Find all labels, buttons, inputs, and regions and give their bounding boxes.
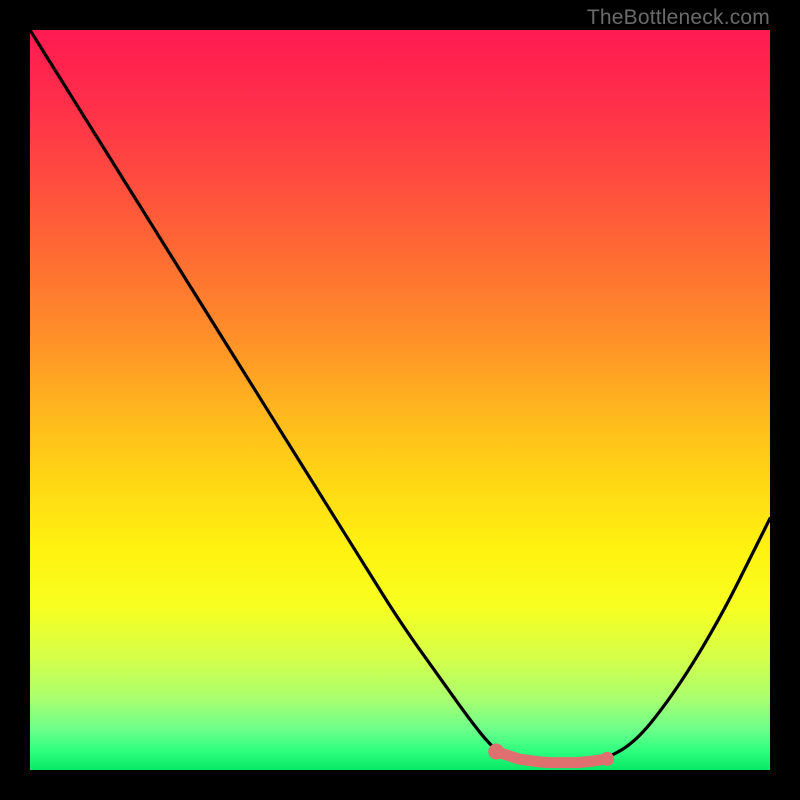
- optimal-band-endpoint: [600, 752, 614, 766]
- bottleneck-curve: [30, 30, 770, 763]
- optimal-band-line: [496, 752, 607, 763]
- curve-layer: [30, 30, 770, 770]
- plot-area: [30, 30, 770, 770]
- optimal-band-endpoint: [488, 744, 504, 760]
- chart-frame: TheBottleneck.com: [0, 0, 800, 800]
- watermark-text: TheBottleneck.com: [587, 6, 770, 30]
- optimal-band-markers: [488, 744, 614, 766]
